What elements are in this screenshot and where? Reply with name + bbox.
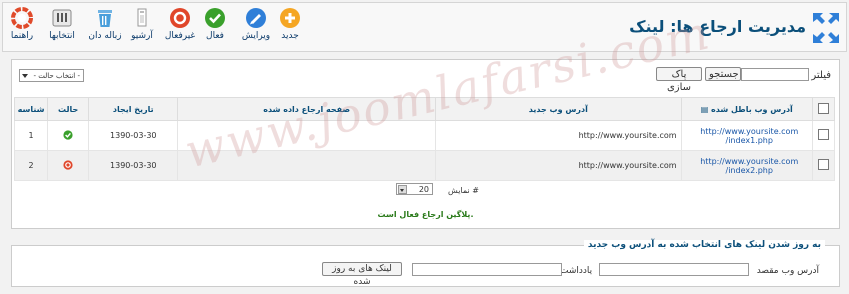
- help-button-label: راهنما: [10, 31, 34, 41]
- select-all-checkbox[interactable]: [817, 102, 829, 114]
- filter-input[interactable]: [741, 68, 809, 81]
- row-created: 1390-03-30: [88, 120, 179, 151]
- row-referrer: [177, 150, 436, 181]
- page-title: مدیریت ارجاع ها: لینک: [629, 17, 806, 36]
- edit-button-label: ویرایش: [241, 31, 271, 41]
- display-limit-label: نمایش #: [448, 186, 479, 195]
- plus-icon: [279, 7, 301, 29]
- trash-button-label: زباله دان: [88, 31, 122, 41]
- search-button[interactable]: جستجو: [705, 67, 741, 81]
- row-select: [811, 150, 836, 181]
- row-old-url-line1[interactable]: http://www.yoursite.com: [688, 157, 811, 166]
- row-checkbox[interactable]: [817, 129, 829, 140]
- options-icon: [51, 7, 73, 29]
- state-select[interactable]: - انتخاب حالت -: [19, 69, 84, 82]
- row-old-url-line2[interactable]: /index2.php: [688, 166, 811, 175]
- row-created: 1390-03-30: [88, 150, 179, 181]
- trash-icon: [94, 7, 116, 29]
- unpublish-button[interactable]: غیرفعال: [163, 7, 197, 41]
- publish-button[interactable]: فعال: [198, 7, 232, 41]
- row-id: 1: [13, 120, 49, 151]
- id-header[interactable]: شناسه: [13, 97, 49, 121]
- archive-button-label: آرشیو: [131, 31, 153, 41]
- table-row: 2 1390-03-30 http://www.yoursite.com htt…: [13, 150, 836, 181]
- old-url-header-label: آدرس وب باطل شده: [711, 104, 793, 114]
- publish-button-label: فعال: [206, 31, 224, 41]
- edit-icon: [245, 7, 267, 29]
- table-row: 1 1390-03-30 http://www.yoursite.com htt…: [13, 120, 836, 151]
- dest-url-input[interactable]: [599, 263, 749, 276]
- help-icon: [11, 7, 33, 29]
- row-state[interactable]: [47, 120, 90, 151]
- filter-label: فیلتر: [811, 70, 831, 81]
- links-table: شناسه حالت تاریخ ایجاد صفحه ارجاع داده ش…: [13, 97, 836, 181]
- created-header[interactable]: تاریخ ایجاد: [88, 97, 179, 121]
- row-old-url[interactable]: http://www.yoursite.com /index1.php: [680, 120, 813, 151]
- row-id: 2: [13, 150, 49, 181]
- row-checkbox[interactable]: [817, 159, 829, 170]
- table-header-row: شناسه حالت تاریخ ایجاد صفحه ارجاع داده ش…: [13, 97, 836, 121]
- new-url-header[interactable]: آدرس وب جدید: [435, 97, 682, 121]
- toolbar: جدید ویرایش فعال غیرفعال آرشیو زباله دان: [2, 2, 847, 52]
- batch-legend: به روز شدن لینک های انتخاب شده به آدرس و…: [583, 240, 825, 250]
- display-limit-select[interactable]: 20: [396, 183, 433, 195]
- trash-button[interactable]: زباله دان: [88, 7, 122, 41]
- batch-update-fieldset: به روز شدن لینک های انتخاب شده به آدرس و…: [11, 240, 840, 287]
- links-panel: فیلتر جستجو پاک سازی - انتخاب حالت - شنا…: [11, 59, 840, 229]
- reset-button[interactable]: پاک سازی: [656, 67, 702, 93]
- plugin-status-message: پلاگین ارجاع فعال است.: [377, 210, 474, 219]
- update-links-button[interactable]: لینک های به روز شده: [322, 262, 402, 287]
- note-label: یادداشت: [560, 266, 593, 276]
- unpublish-button-label: غیرفعال: [164, 31, 196, 41]
- archive-icon: [131, 7, 153, 29]
- redirect-arrows-icon: [810, 10, 842, 46]
- published-icon[interactable]: [63, 129, 73, 140]
- select-all-header: [811, 97, 836, 121]
- row-state[interactable]: [47, 150, 90, 181]
- edit-button[interactable]: ویرایش: [239, 7, 273, 41]
- state-header[interactable]: حالت: [47, 97, 90, 121]
- row-old-url[interactable]: http://www.yoursite.com /index2.php: [680, 150, 813, 181]
- sort-icon: ▤: [700, 104, 709, 114]
- dest-url-label: آدرس وب مقصد: [756, 266, 819, 276]
- row-old-url-line2[interactable]: /index1.php: [688, 136, 811, 145]
- note-input[interactable]: [412, 263, 562, 276]
- new-button[interactable]: جدید: [273, 7, 307, 41]
- options-button-label: انتخابها: [49, 31, 75, 41]
- help-button[interactable]: راهنما: [5, 7, 39, 41]
- check-icon: [204, 7, 226, 29]
- row-old-url-line1[interactable]: http://www.yoursite.com: [688, 127, 811, 136]
- unpublish-icon: [169, 7, 191, 29]
- unpublished-icon[interactable]: [63, 159, 73, 170]
- row-referrer: [177, 120, 436, 151]
- row-new-url: http://www.yoursite.com: [435, 150, 682, 181]
- options-button[interactable]: انتخابها: [45, 7, 79, 41]
- row-select: [811, 120, 836, 151]
- new-button-label: جدید: [281, 31, 299, 41]
- archive-button[interactable]: آرشیو: [125, 7, 159, 41]
- referrer-header[interactable]: صفحه ارجاع داده شده: [177, 97, 436, 121]
- old-url-header[interactable]: ▤ آدرس وب باطل شده: [680, 97, 813, 121]
- row-new-url: http://www.yoursite.com: [435, 120, 682, 151]
- filter-bar: فیلتر جستجو پاک سازی - انتخاب حالت -: [12, 66, 839, 93]
